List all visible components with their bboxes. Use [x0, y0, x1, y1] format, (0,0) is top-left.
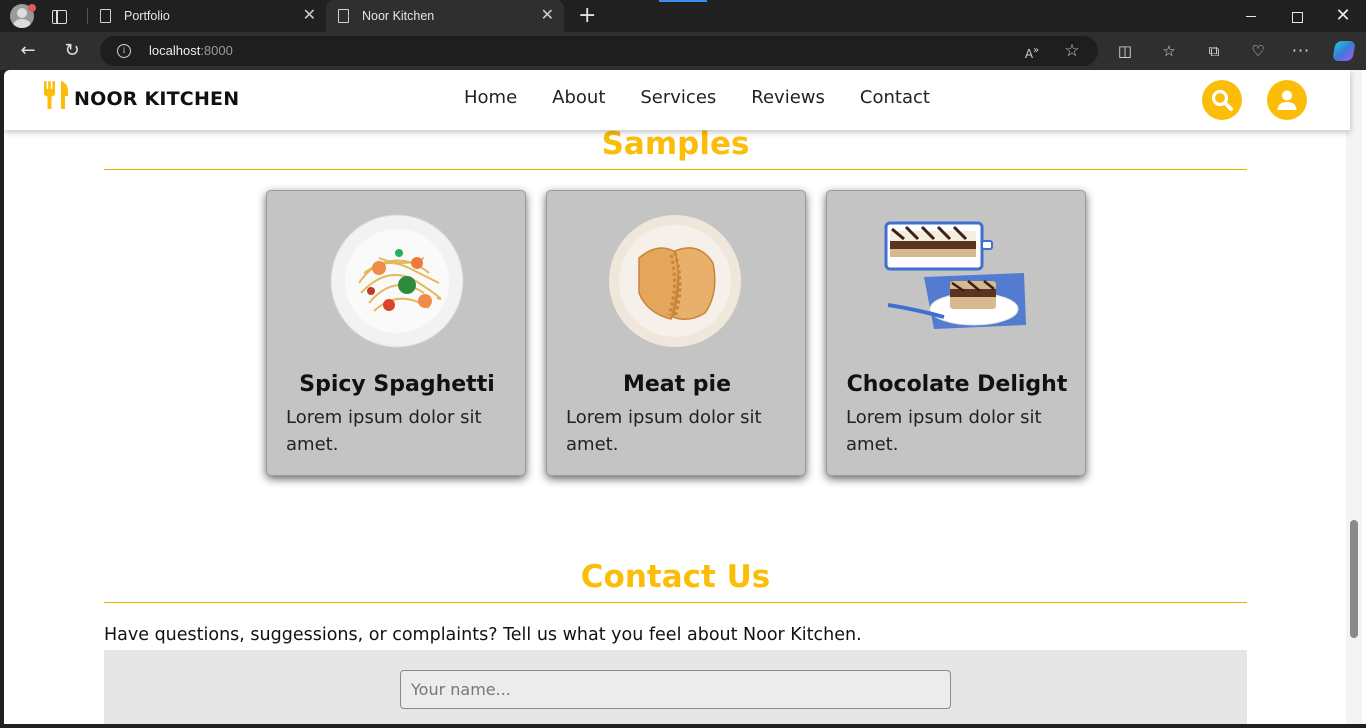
- collections-icon[interactable]: ⧉: [1203, 41, 1225, 61]
- copilot-icon[interactable]: [1332, 41, 1356, 61]
- minimize-window-icon[interactable]: [1236, 4, 1266, 28]
- more-options-icon[interactable]: ···: [1290, 41, 1312, 61]
- back-arrow-icon[interactable]: ←: [16, 39, 40, 63]
- site-header: NOOR KITCHEN Home About Services Reviews…: [4, 70, 1350, 130]
- tab-actions-icon[interactable]: [48, 6, 70, 26]
- user-icon: [1277, 90, 1297, 110]
- contact-title: Contact Us: [580, 559, 771, 595]
- user-account-button[interactable]: [1267, 80, 1307, 120]
- split-screen-icon[interactable]: ◫: [1114, 41, 1136, 61]
- close-tab-icon[interactable]: ✕: [303, 6, 316, 26]
- tab-title: Portfolio: [124, 9, 170, 23]
- accent-strip: [659, 0, 707, 2]
- page-icon: [338, 9, 349, 23]
- page-icon: [100, 9, 111, 23]
- search-icon: [1211, 89, 1233, 111]
- nav-link-reviews[interactable]: Reviews: [751, 87, 825, 113]
- new-tab-icon[interactable]: +: [578, 3, 596, 29]
- main-nav: Home About Services Reviews Contact: [464, 87, 965, 113]
- fork-knife-icon: [44, 81, 68, 109]
- nav-link-contact[interactable]: Contact: [860, 87, 930, 113]
- sample-card-meat-pie[interactable]: Meat pie Lorem ipsum dolor sit amet.: [546, 190, 806, 476]
- dish-name: Meat pie: [622, 372, 732, 397]
- site-info-icon[interactable]: i: [117, 44, 131, 58]
- dish-description: Lorem ipsum dolor sit amet.: [846, 407, 1042, 455]
- brand-name: NOOR KITCHEN: [74, 88, 240, 110]
- address-bar[interactable]: i localhost:8000 A» ☆: [100, 36, 1098, 66]
- scrollbar-thumb[interactable]: [1350, 520, 1358, 638]
- sample-card-chocolate[interactable]: Chocolate Delight Lorem ipsum dolor sit …: [826, 190, 1086, 476]
- spaghetti-image: [330, 214, 464, 348]
- browser-toolbar: ← ↻ i localhost:8000 A» ☆ ◫ ☆ ⧉ ♡ ···: [0, 32, 1366, 70]
- nav-link-about[interactable]: About: [552, 87, 605, 113]
- samples-title: Samples: [601, 126, 750, 162]
- browser-tab-strip: Portfolio ✕ Noor Kitchen ✕ + ✕: [0, 0, 1366, 32]
- dish-name: Chocolate Delight: [846, 372, 1068, 397]
- url-text[interactable]: localhost:8000: [149, 43, 233, 58]
- url-port: :8000: [200, 43, 233, 58]
- add-favorite-star-icon[interactable]: ☆: [1062, 41, 1082, 61]
- favorites-icon[interactable]: ☆: [1158, 41, 1180, 61]
- chocolate-dessert-image: [884, 221, 1026, 329]
- contact-form: [104, 650, 1247, 724]
- url-host: localhost: [149, 43, 201, 58]
- close-tab-icon[interactable]: ✕: [541, 6, 554, 26]
- nav-link-home[interactable]: Home: [464, 87, 517, 113]
- restore-window-icon[interactable]: [1282, 4, 1312, 28]
- browser-tab-noor-kitchen[interactable]: Noor Kitchen ✕: [326, 0, 564, 32]
- meat-pie-image: [609, 215, 741, 347]
- notification-dot-icon: [28, 4, 36, 12]
- read-aloud-icon[interactable]: A»: [1022, 41, 1042, 61]
- dish-name: Spicy Spaghetti: [299, 372, 495, 397]
- close-window-icon[interactable]: ✕: [1328, 4, 1358, 28]
- nav-link-services[interactable]: Services: [640, 87, 716, 113]
- refresh-icon[interactable]: ↻: [60, 39, 84, 63]
- contact-divider: [104, 602, 1247, 603]
- browser-essentials-icon[interactable]: ♡: [1247, 41, 1269, 61]
- dish-description: Lorem ipsum dolor sit amet.: [286, 407, 482, 455]
- page-viewport: NOOR KITCHEN Home About Services Reviews…: [4, 70, 1366, 724]
- sample-card-spaghetti[interactable]: Spicy Spaghetti Lorem ipsum dolor sit am…: [266, 190, 526, 476]
- search-button[interactable]: [1202, 80, 1242, 120]
- dish-description: Lorem ipsum dolor sit amet.: [566, 407, 762, 455]
- contact-intro-text: Have questions, suggessions, or complain…: [104, 625, 862, 645]
- name-input[interactable]: [400, 670, 951, 709]
- samples-divider: [104, 169, 1247, 170]
- tab-title: Noor Kitchen: [362, 9, 435, 23]
- browser-tab-portfolio[interactable]: Portfolio ✕: [88, 0, 326, 32]
